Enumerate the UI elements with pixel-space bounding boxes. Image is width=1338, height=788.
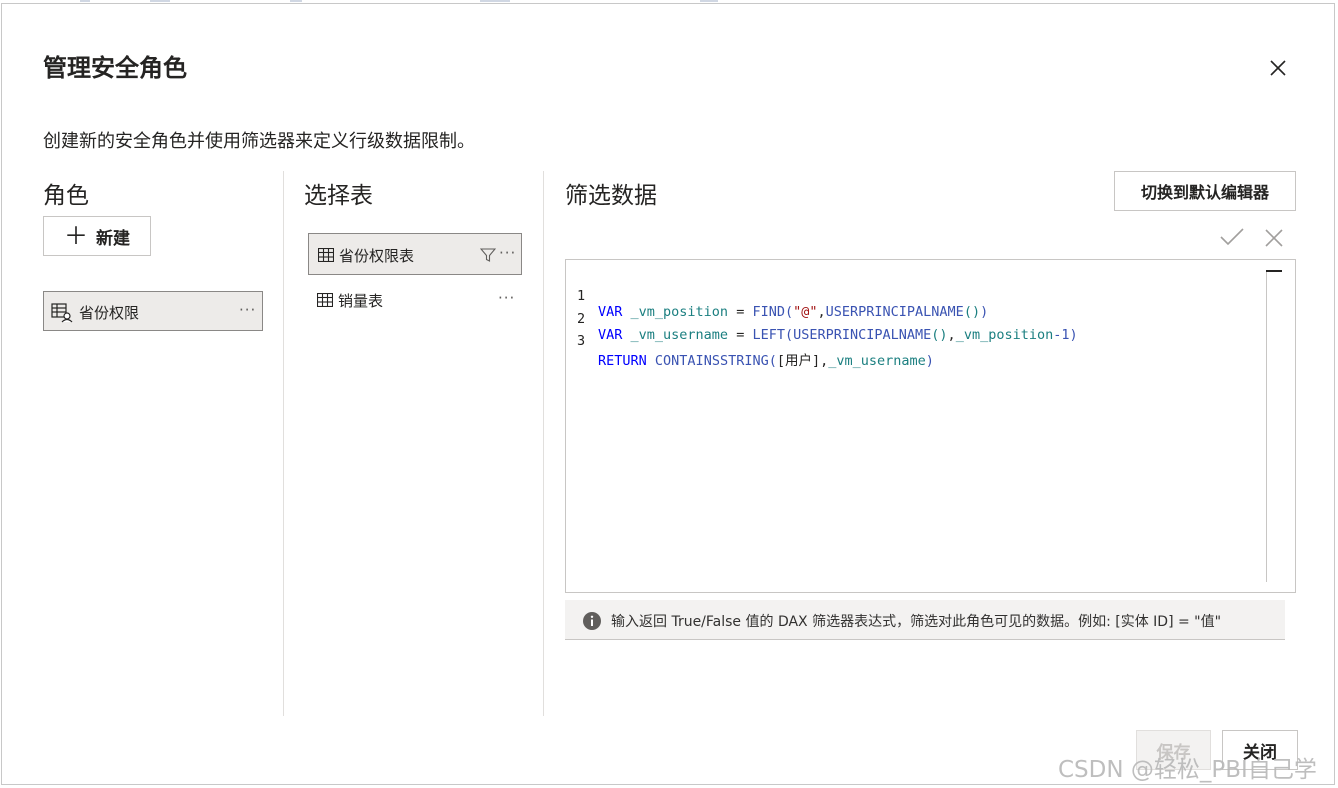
variable: _vm_username	[630, 327, 729, 343]
role-item-label: 省份权限	[79, 304, 140, 322]
operator: =	[728, 327, 753, 343]
discard-icon[interactable]	[1263, 227, 1285, 253]
function: USERPRINCIPALNAME	[825, 304, 964, 320]
function: FIND(	[752, 304, 794, 320]
table-item-label: 省份权限表	[339, 247, 415, 265]
keyword: RETURN	[598, 353, 647, 369]
checkmark-icon[interactable]	[1219, 226, 1245, 252]
more-options-icon[interactable]: ···	[239, 301, 256, 319]
info-text: 输入返回 True/False 值的 DAX 筛选器表达式，筛选对此角色可见的数…	[611, 614, 1222, 630]
tables-heading: 选择表	[304, 183, 373, 209]
operator: =	[728, 304, 753, 320]
roles-heading: 角色	[43, 183, 89, 209]
plus-icon: ＋	[64, 222, 88, 250]
editor-scroll-thumb[interactable]	[1266, 270, 1282, 272]
filter-icon	[479, 247, 497, 267]
table-item-label: 销量表	[338, 292, 384, 310]
role-icon	[51, 303, 73, 327]
paren-close: )	[925, 353, 934, 369]
dialog-title: 管理安全角色	[43, 54, 187, 82]
code-line: 1 VAR _vm_position = FIND("@",USERPRINCI…	[566, 272, 988, 320]
close-icon[interactable]	[1264, 54, 1292, 82]
parens: ()	[963, 304, 981, 320]
watermark: CSDN @轻松_PBI自己学	[1058, 757, 1317, 783]
expression-tail: -1)	[1053, 327, 1078, 343]
column-reference: [用户]	[776, 353, 821, 369]
variable: _vm_position	[955, 327, 1054, 343]
new-role-button[interactable]: ＋ 新建	[43, 216, 151, 256]
manage-roles-dialog: 管理安全角色 创建新的安全角色并使用筛选器来定义行级数据限制。 角色 ＋ 新建 …	[1, 3, 1335, 785]
switch-editor-button[interactable]: 切换到默认编辑器	[1114, 171, 1296, 211]
table-icon	[316, 292, 334, 311]
role-item-province[interactable]: 省份权限 ···	[43, 291, 263, 331]
info-bar: 输入返回 True/False 值的 DAX 筛选器表达式，筛选对此角色可见的数…	[565, 600, 1285, 640]
code-line: 3 RETURN CONTAINSSTRING([用户],_vm_usernam…	[566, 317, 934, 369]
string-literal: "@"	[793, 304, 818, 320]
more-options-icon[interactable]: ···	[499, 244, 516, 262]
parens: ()	[931, 327, 948, 343]
function: USERPRINCIPALNAME	[793, 327, 932, 343]
column-divider	[543, 171, 544, 716]
info-icon	[582, 611, 602, 635]
dialog-subtitle: 创建新的安全角色并使用筛选器来定义行级数据限制。	[43, 131, 475, 152]
table-item-province[interactable]: 省份权限表 ···	[308, 233, 522, 275]
code-line: 2 VAR _vm_username = LEFT(USERPRINCIPALN…	[566, 295, 1078, 343]
function: LEFT(	[752, 327, 794, 343]
column-divider	[283, 171, 284, 716]
paren-close: )	[980, 304, 989, 320]
variable: _vm_position	[630, 304, 729, 320]
function: CONTAINSSTRING(	[654, 353, 777, 369]
editor-scrollbar[interactable]	[1266, 270, 1267, 582]
table-item-sales[interactable]: 销量表 ···	[308, 279, 522, 321]
table-icon	[317, 247, 335, 266]
line-number: 3	[577, 333, 586, 349]
dax-editor[interactable]: 1 VAR _vm_position = FIND("@",USERPRINCI…	[565, 259, 1296, 593]
filter-heading: 筛选数据	[565, 183, 657, 209]
comma: ,	[947, 327, 956, 343]
more-options-icon[interactable]: ···	[498, 289, 515, 307]
comma: ,	[817, 304, 826, 320]
variable: _vm_username	[828, 353, 926, 369]
new-role-label: 新建	[96, 228, 130, 249]
